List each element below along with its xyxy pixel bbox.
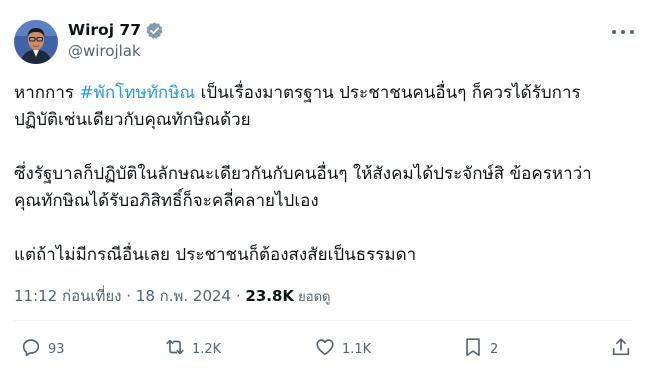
hashtag-link[interactable]: #พักโทษทักษิณ (79, 83, 195, 103)
verified-badge-icon[interactable] (145, 21, 164, 40)
author-info: Wiroj 77 @wirojlak (68, 19, 164, 60)
repost-button[interactable]: 1.2K (164, 336, 221, 362)
reply-button[interactable]: 93 (20, 336, 65, 362)
tweet-text-segment: หากการ (14, 83, 80, 103)
repost-icon (164, 336, 186, 362)
share-icon (610, 336, 632, 362)
tweet-line: หากการ #พักโทษทักษิณ เป็นเรื่องมาตรฐาน ป… (14, 80, 634, 107)
more-dot (621, 30, 625, 34)
tweet-line: แต่ถ้าไม่มีกรณีอื่นเลย ประชาชนก็ต้องสงสั… (14, 245, 417, 265)
tweet-text: หากการ #พักโทษทักษิณ เป็นเรื่องมาตรฐาน ป… (14, 80, 634, 269)
reply-count: 93 (48, 341, 65, 357)
tweet-meta: 11:12 ก่อนเที่ยง · 18 ก.พ. 2024 · 23.8K … (14, 284, 331, 308)
divider (14, 320, 632, 321)
share-button[interactable] (610, 336, 632, 362)
views-count: 23.8K (245, 287, 295, 305)
tweet-date[interactable]: 18 ก.พ. 2024 (136, 287, 231, 305)
views-label: ยอดดู (294, 290, 331, 305)
more-dot (630, 30, 634, 34)
tweet-line: ปฏิบัติเช่นเดียวกับคุณทักษิณด้วย (14, 110, 251, 130)
bookmark-count: 2 (490, 341, 499, 357)
avatar[interactable] (14, 20, 58, 64)
more-icon[interactable] (612, 25, 634, 39)
user-handle[interactable]: @wirojlak (68, 42, 164, 60)
tweet-text-segment: เป็นเรื่องมาตรฐาน ประชาชนคนอื่นๆ ก็ควรได… (195, 83, 581, 103)
like-icon (314, 336, 336, 362)
meta-separator: · (231, 287, 246, 305)
meta-separator: · (121, 287, 136, 305)
tweet-time[interactable]: 11:12 ก่อนเที่ยง (14, 287, 121, 305)
bookmark-button[interactable]: 2 (462, 336, 498, 362)
tweet-card: Wiroj 77 @wirojlak หากการ #พักโทษทักษิณ … (0, 0, 646, 385)
reply-icon (20, 336, 42, 362)
tweet-line: ซึ่งรัฐบาลก็ปฏิบัติในลักษณะเดียวกันกับคน… (14, 164, 592, 184)
display-name[interactable]: Wiroj 77 (68, 21, 141, 39)
repost-count: 1.2K (192, 341, 222, 357)
bookmark-icon (462, 336, 484, 362)
more-dot (612, 30, 616, 34)
tweet-line: คุณทักษิณได้รับอภิสิทธิ์ก็จะคลี่คลายไปเอ… (14, 191, 319, 211)
like-count: 1.1K (342, 341, 372, 357)
like-button[interactable]: 1.1K (314, 336, 371, 362)
action-bar: 93 1.2K 1.1K 2 (0, 336, 646, 362)
